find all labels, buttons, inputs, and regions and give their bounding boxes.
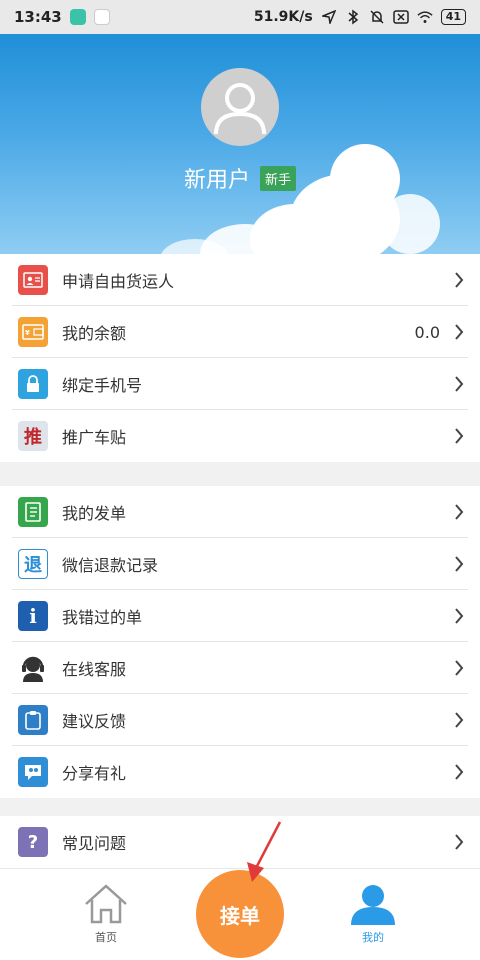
menu-label: 微信退款记录 [62, 556, 159, 575]
chevron-right-icon [455, 764, 464, 780]
level-badge: 新手 [260, 165, 297, 191]
question-icon: ? [18, 827, 48, 857]
menu-group-account: 申请自由货运人 ¥ 我的余额 0.0 绑定手机号 推 推广车贴 [0, 254, 480, 462]
user-avatar-icon [214, 83, 266, 135]
app-notification-icon [69, 9, 86, 25]
bluetooth-icon [345, 9, 361, 25]
lock-icon [18, 369, 48, 399]
sim-off-icon [392, 9, 409, 25]
status-time: 13:43 [14, 8, 62, 26]
nav-home-label: 首页 [95, 931, 117, 944]
location-icon [321, 9, 337, 25]
menu-item-my-orders[interactable]: 我的发单 [0, 486, 480, 538]
menu-label: 绑定手机号 [62, 376, 143, 395]
chevron-right-icon [455, 504, 464, 520]
app-notification-icon [93, 9, 110, 25]
menu-item-online-service[interactable]: 在线客服 [0, 642, 480, 694]
menu-label: 分享有礼 [62, 764, 127, 783]
status-bar: 13:43 51.9K/s 41 [0, 0, 480, 34]
menu-item-bind-phone[interactable]: 绑定手机号 [0, 358, 480, 410]
wifi-icon [417, 9, 433, 25]
nav-mine[interactable]: 我的 [333, 883, 413, 945]
menu-item-apply-freight[interactable]: 申请自由货运人 [0, 254, 480, 306]
id-card-icon [18, 265, 48, 295]
balance-value: 0.0 [414, 322, 440, 342]
pointer-arrow-icon [247, 821, 282, 882]
mute-bell-icon [369, 9, 385, 25]
menu-label: 在线客服 [62, 660, 127, 679]
menu-label: 我错过的单 [62, 608, 143, 627]
profile-header: 新用户 新手 [0, 34, 480, 254]
refund-icon: 退 [18, 549, 48, 579]
chevron-right-icon [455, 324, 464, 340]
chevron-right-icon [455, 272, 464, 288]
info-icon: i [18, 601, 48, 631]
menu-item-feedback[interactable]: 建议反馈 [0, 694, 480, 746]
menu-label: 建议反馈 [62, 712, 127, 731]
headset-icon [18, 653, 48, 683]
battery-indicator: 41 [440, 9, 466, 25]
notebook-icon [18, 497, 48, 527]
menu-label: 推广车贴 [62, 428, 127, 447]
chevron-right-icon [455, 376, 464, 392]
home-icon [85, 884, 127, 924]
svg-text:¥: ¥ [25, 329, 30, 337]
network-speed: 51.9K/s [253, 9, 313, 25]
chevron-right-icon [455, 556, 464, 572]
chevron-right-icon [455, 834, 464, 850]
nav-mine-label: 我的 [362, 931, 384, 944]
menu-item-wechat-refund[interactable]: 退 微信退款记录 [0, 538, 480, 590]
clipboard-icon [18, 705, 48, 735]
chevron-right-icon [455, 660, 464, 676]
menu-label: 我的余额 [62, 324, 127, 343]
menu-item-promote-sticker[interactable]: 推 推广车贴 [0, 410, 480, 462]
menu-label: 我的发单 [62, 504, 127, 523]
nav-home[interactable]: 首页 [66, 883, 146, 945]
user-name: 新用户 [183, 168, 250, 193]
share-icon [18, 757, 48, 787]
menu-group-orders: 我的发单 退 微信退款记录 i 我错过的单 在线客服 建议反馈 分享有礼 [0, 486, 480, 798]
chevron-right-icon [455, 428, 464, 444]
user-profile-icon [351, 885, 395, 925]
chevron-right-icon [455, 712, 464, 728]
menu-label: 申请自由货运人 [62, 272, 175, 291]
menu-item-missed-orders[interactable]: i 我错过的单 [0, 590, 480, 642]
promote-icon: 推 [18, 421, 48, 451]
wallet-icon: ¥ [18, 317, 48, 347]
chevron-right-icon [455, 608, 464, 624]
menu-item-balance[interactable]: ¥ 我的余额 0.0 [0, 306, 480, 358]
avatar[interactable] [201, 68, 279, 146]
menu-item-share-gift[interactable]: 分享有礼 [0, 746, 480, 798]
